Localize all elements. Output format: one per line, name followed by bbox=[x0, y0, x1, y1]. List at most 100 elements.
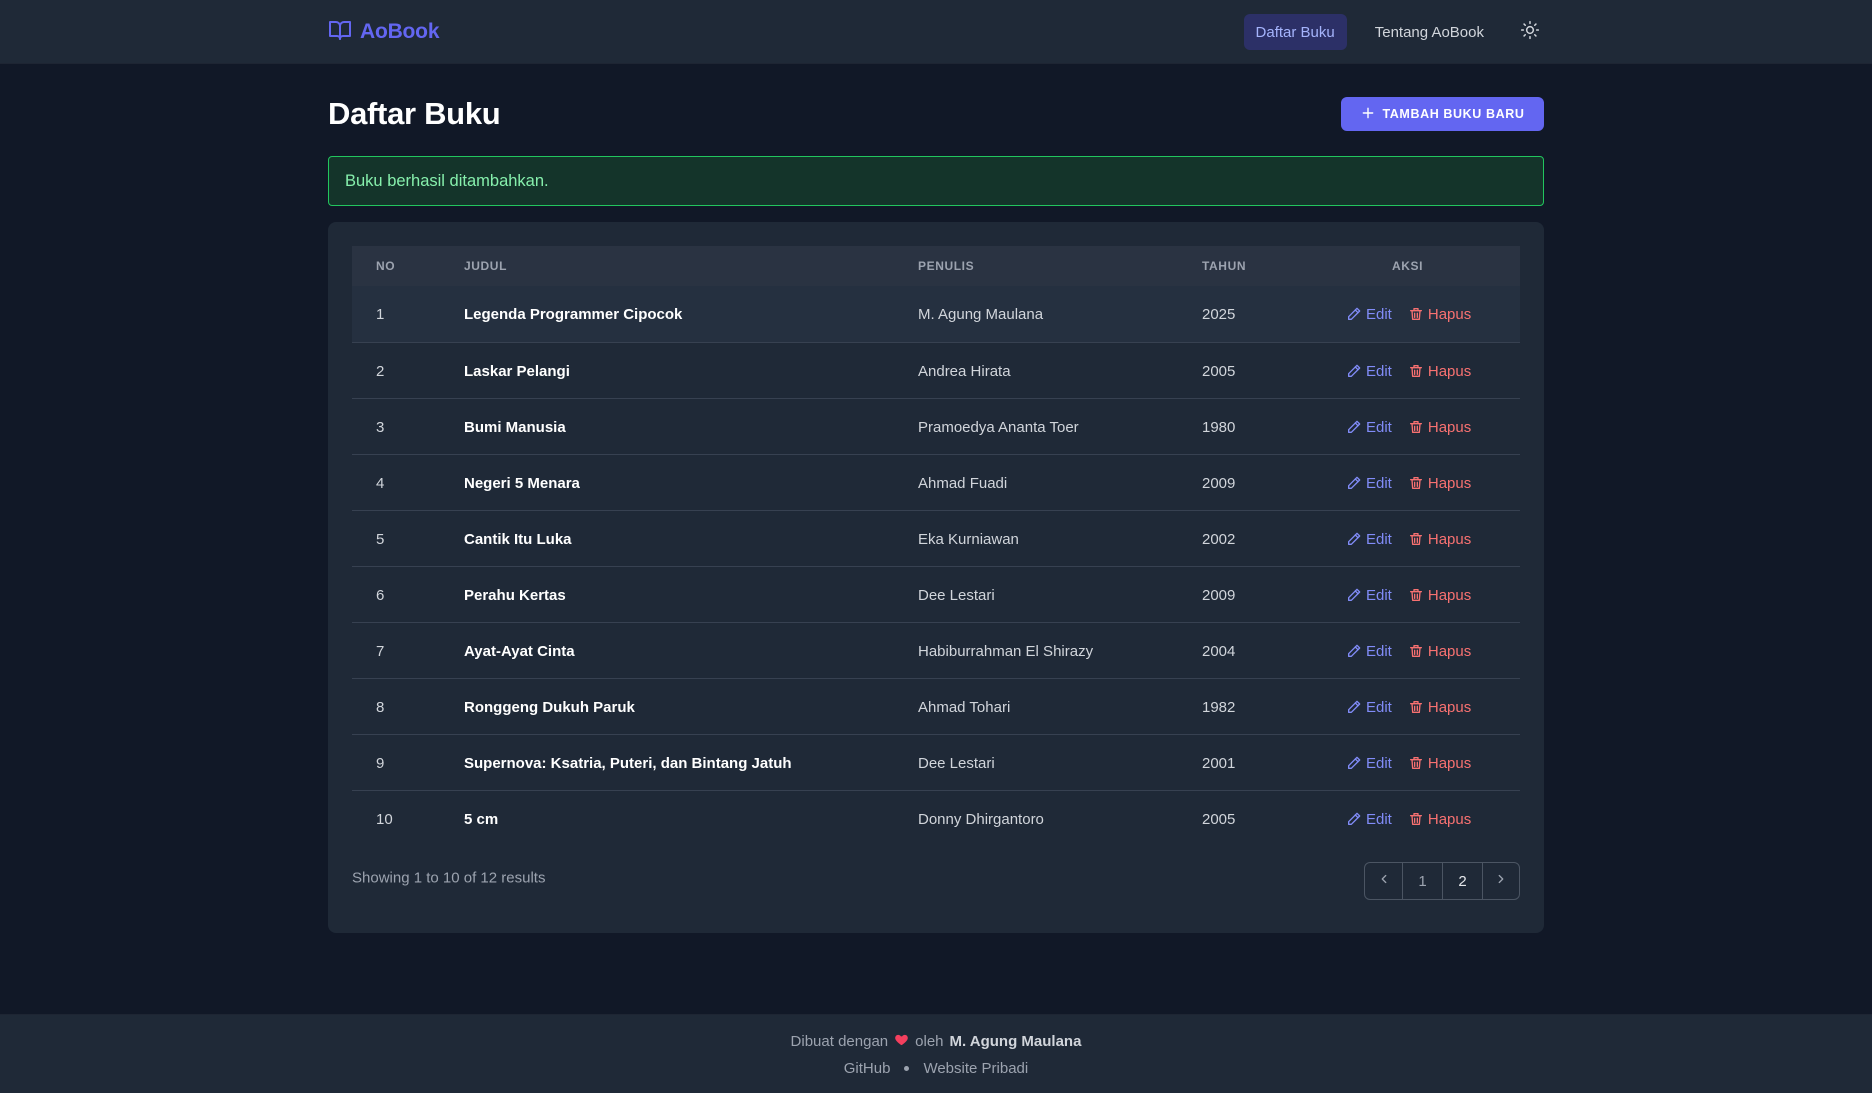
pencil-icon bbox=[1346, 531, 1362, 547]
plus-icon bbox=[1361, 106, 1375, 123]
cell-actions: Edit Hapus bbox=[1346, 791, 1471, 847]
edit-label: Edit bbox=[1366, 362, 1392, 380]
nav-links: Daftar Buku Tentang AoBook bbox=[1243, 14, 1544, 50]
pagination-page-2[interactable]: 2 bbox=[1442, 863, 1482, 899]
cell-actions: Edit Hapus bbox=[1346, 286, 1471, 342]
cell-title: Ayat-Ayat Cinta bbox=[464, 642, 575, 660]
cell-actions: Edit Hapus bbox=[1346, 455, 1471, 511]
cell-author: M. Agung Maulana bbox=[918, 305, 1044, 323]
cell-author: Habiburrahman El Shirazy bbox=[918, 642, 1094, 660]
page-title: Daftar Buku bbox=[328, 96, 501, 131]
footer-link-github[interactable]: GitHub bbox=[844, 1060, 891, 1077]
nav-link-daftar-buku[interactable]: Daftar Buku bbox=[1243, 14, 1347, 50]
cell-year: 2009 bbox=[1202, 586, 1236, 604]
add-book-button[interactable]: TAMBAH BUKU BARU bbox=[1341, 97, 1544, 131]
cell-year: 2001 bbox=[1202, 754, 1236, 772]
table-row: 9 Supernova: Ksatria, Puteri, dan Bintang… bbox=[352, 734, 1520, 790]
edit-button[interactable]: Edit bbox=[1346, 699, 1392, 716]
header-year: TAHUN bbox=[1202, 259, 1247, 273]
footer-made-with: Dibuat dengan bbox=[790, 1033, 889, 1050]
theme-toggle-button[interactable] bbox=[1516, 18, 1544, 46]
brand-name: AoBook bbox=[360, 20, 440, 43]
footer: Dibuat dengan oleh M. Agung Maulana GitH… bbox=[0, 1014, 1872, 1093]
cell-no: 8 bbox=[376, 698, 385, 716]
delete-button[interactable]: Hapus bbox=[1408, 811, 1471, 828]
cell-title: 5 cm bbox=[464, 810, 499, 828]
cell-actions: Edit Hapus bbox=[1346, 511, 1471, 567]
edit-label: Edit bbox=[1366, 586, 1392, 604]
chevron-right-icon bbox=[1494, 872, 1508, 890]
cell-no: 5 bbox=[376, 530, 385, 548]
cell-no: 9 bbox=[376, 754, 385, 772]
brand-logo[interactable]: AoBook bbox=[328, 18, 439, 46]
add-book-label: TAMBAH BUKU BARU bbox=[1382, 107, 1525, 121]
alert-message: Buku berhasil ditambahkan. bbox=[345, 171, 549, 190]
book-open-icon bbox=[328, 18, 352, 47]
cell-no: 2 bbox=[376, 362, 385, 380]
pagination-next-button[interactable] bbox=[1482, 863, 1519, 899]
delete-button[interactable]: Hapus bbox=[1408, 531, 1471, 548]
pencil-icon bbox=[1346, 475, 1362, 491]
cell-author: Andrea Hirata bbox=[918, 362, 1011, 380]
cell-title: Negeri 5 Menara bbox=[464, 474, 580, 492]
delete-button[interactable]: Hapus bbox=[1408, 587, 1471, 604]
cell-title: Supernova: Ksatria, Puteri, dan Bintang … bbox=[464, 754, 792, 772]
trash-icon bbox=[1408, 811, 1424, 827]
header-author: PENULIS bbox=[918, 259, 975, 273]
delete-label: Hapus bbox=[1427, 810, 1472, 828]
cell-no: 4 bbox=[376, 474, 385, 492]
delete-button[interactable]: Hapus bbox=[1408, 699, 1471, 716]
cell-year: 2005 bbox=[1202, 362, 1236, 380]
cell-no: 3 bbox=[376, 418, 385, 436]
header-title: JUDUL bbox=[464, 259, 508, 273]
edit-label: Edit bbox=[1366, 305, 1392, 323]
delete-button[interactable]: Hapus bbox=[1408, 755, 1471, 772]
edit-button[interactable]: Edit bbox=[1346, 419, 1392, 436]
cell-year: 2004 bbox=[1202, 642, 1236, 660]
pagination-page-1[interactable]: 1 bbox=[1402, 863, 1442, 899]
delete-button[interactable]: Hapus bbox=[1408, 419, 1471, 436]
delete-button[interactable]: Hapus bbox=[1408, 363, 1471, 380]
trash-icon bbox=[1408, 475, 1424, 491]
edit-label: Edit bbox=[1366, 698, 1392, 716]
pencil-icon bbox=[1346, 699, 1362, 715]
table-row: 8 Ronggeng Dukuh Paruk Ahmad Tohari 1982 Edi… bbox=[352, 678, 1520, 734]
delete-button[interactable]: Hapus bbox=[1408, 306, 1471, 323]
heart-icon bbox=[894, 1032, 909, 1051]
footer-link-website[interactable]: Website Pribadi bbox=[923, 1060, 1028, 1077]
edit-button[interactable]: Edit bbox=[1346, 363, 1392, 380]
trash-icon bbox=[1408, 587, 1424, 603]
table-row: 5 Cantik Itu Luka Eka Kurniawan 2002 Edit Hap… bbox=[352, 510, 1520, 566]
delete-button[interactable]: Hapus bbox=[1408, 475, 1471, 492]
edit-button[interactable]: Edit bbox=[1346, 811, 1392, 828]
edit-button[interactable]: Edit bbox=[1346, 475, 1392, 492]
top-navbar: AoBook Daftar Buku Tentang AoBook bbox=[0, 0, 1872, 64]
cell-actions: Edit Hapus bbox=[1346, 735, 1471, 791]
cell-author: Donny Dhirgantoro bbox=[918, 810, 1044, 828]
success-alert: Buku berhasil ditambahkan. bbox=[328, 156, 1544, 206]
pencil-icon bbox=[1346, 363, 1362, 379]
footer-by: oleh bbox=[915, 1033, 944, 1050]
edit-button[interactable]: Edit bbox=[1346, 306, 1392, 323]
table-row: 4 Negeri 5 Menara Ahmad Fuadi 2009 Edit Hapus bbox=[352, 454, 1520, 510]
edit-button[interactable]: Edit bbox=[1346, 531, 1392, 548]
edit-button[interactable]: Edit bbox=[1346, 587, 1392, 604]
edit-button[interactable]: Edit bbox=[1346, 643, 1392, 660]
cell-no: 7 bbox=[376, 642, 385, 660]
pagination-prev-button[interactable] bbox=[1365, 863, 1402, 899]
cell-title: Bumi Manusia bbox=[464, 418, 566, 436]
cell-author: Ahmad Fuadi bbox=[918, 474, 1008, 492]
pencil-icon bbox=[1346, 755, 1362, 771]
trash-icon bbox=[1408, 699, 1424, 715]
edit-button[interactable]: Edit bbox=[1346, 755, 1392, 772]
cell-no: 6 bbox=[376, 586, 385, 604]
edit-label: Edit bbox=[1366, 418, 1392, 436]
navbar-container: AoBook Daftar Buku Tentang AoBook bbox=[328, 0, 1544, 64]
cell-year: 1980 bbox=[1202, 418, 1236, 436]
nav-link-tentang[interactable]: Tentang AoBook bbox=[1363, 14, 1496, 50]
pagination-summary: Showing 1 to 10 of 12 results bbox=[352, 869, 546, 887]
delete-button[interactable]: Hapus bbox=[1408, 643, 1471, 660]
delete-label: Hapus bbox=[1427, 474, 1472, 492]
cell-year: 2009 bbox=[1202, 474, 1236, 492]
delete-label: Hapus bbox=[1427, 305, 1472, 323]
